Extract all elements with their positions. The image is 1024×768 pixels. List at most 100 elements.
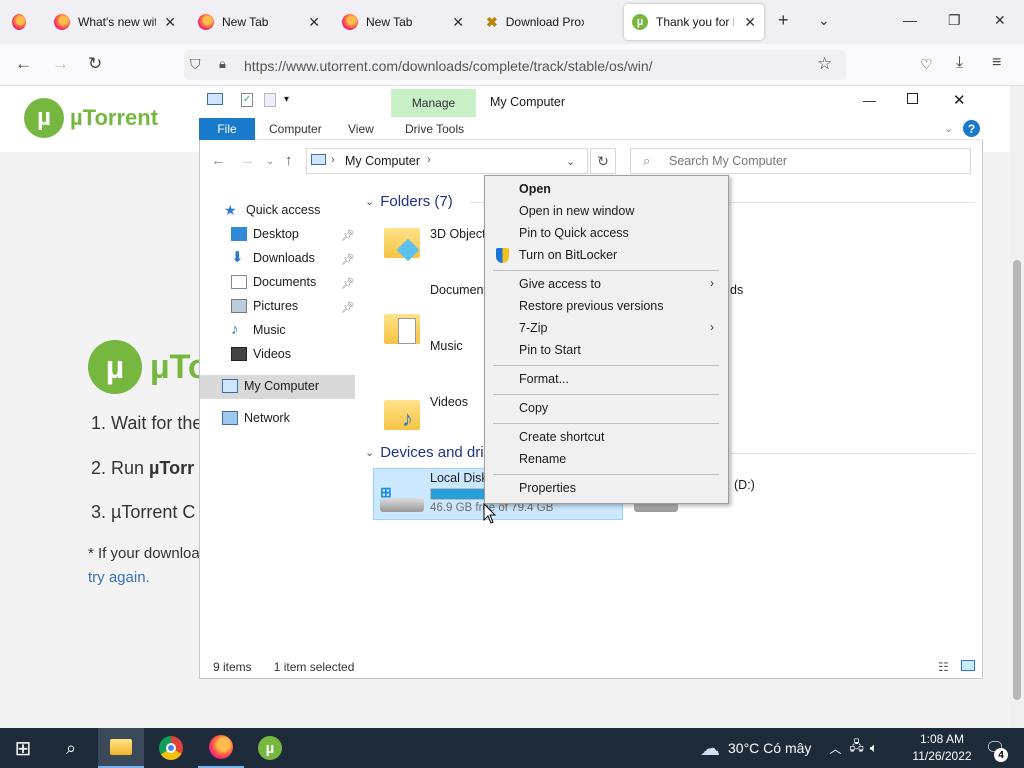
taskbar-chrome[interactable] (148, 728, 194, 768)
close-tab-icon[interactable]: ✕ (164, 14, 176, 31)
refresh-icon[interactable]: ↻ (590, 148, 616, 174)
nav-videos[interactable]: Videos (231, 347, 291, 361)
qat-dropdown-icon[interactable]: ▾ (284, 94, 289, 105)
collapse-chevron-icon[interactable]: ⌄ (365, 195, 374, 208)
tab-new-tab-1[interactable]: New Tab ✕ (190, 4, 328, 40)
close-tab-icon[interactable]: ✕ (744, 14, 756, 31)
back-icon[interactable]: ← (211, 152, 226, 169)
recent-locations-icon[interactable]: ⌄ (266, 156, 274, 167)
tab-new-tab-2[interactable]: New Tab ✕ (334, 4, 472, 40)
tab-thank-you[interactable]: µ Thank you for D ✕ (624, 4, 764, 40)
collapse-chevron-icon[interactable]: ⌄ (365, 446, 374, 459)
tab-drive-tools[interactable]: Drive Tools (405, 122, 464, 136)
address-dropdown-icon[interactable]: ⌄ (566, 155, 575, 168)
pin-icon[interactable]: 📌︎ (341, 301, 355, 314)
tray-expand-chevron-icon[interactable]: ︿ (829, 740, 841, 757)
menu-item-format[interactable]: Format... (519, 372, 569, 386)
start-button[interactable]: ⊞ (0, 728, 46, 768)
menu-icon[interactable]: ≡ (992, 54, 1001, 72)
url-text[interactable]: https://www.utorrent.com/downloads/compl… (244, 58, 653, 74)
close-icon[interactable]: ✕ (953, 91, 966, 109)
computer-icon[interactable] (207, 93, 223, 105)
list-tabs-chevron-icon[interactable]: ⌄ (818, 12, 830, 29)
manage-contextual-tab[interactable]: Manage (391, 89, 476, 117)
drive-c-name[interactable]: Local Disk (430, 471, 488, 485)
folder-videos[interactable]: Videos (430, 395, 468, 409)
up-icon[interactable]: ↑ (285, 152, 293, 169)
menu-item-bitlocker[interactable]: Turn on BitLocker (519, 248, 617, 262)
taskbar-firefox[interactable] (198, 728, 244, 768)
nav-music[interactable]: ♪ Music (231, 322, 286, 337)
menu-item-pin-quick-access[interactable]: Pin to Quick access (519, 226, 629, 240)
close-window-icon[interactable]: ✕ (994, 12, 1006, 29)
back-icon[interactable]: ← (15, 54, 32, 74)
search-placeholder[interactable]: Search My Computer (669, 154, 787, 168)
menu-item-open-new-window[interactable]: Open in new window (519, 204, 634, 218)
devices-section-header[interactable]: ⌄ Devices and driv (365, 444, 491, 461)
minimize-icon[interactable]: — (863, 93, 876, 108)
nav-my-computer[interactable]: My Computer (222, 379, 319, 393)
search-icon[interactable]: ⌕ (48, 728, 94, 768)
help-icon[interactable]: ? (963, 120, 980, 137)
tab-computer[interactable]: Computer (269, 122, 322, 136)
drive-d-label[interactable]: (D:) (734, 478, 755, 492)
folder-downloads-partial[interactable]: ds (730, 283, 743, 297)
tab-pinned-firefox[interactable] (4, 4, 42, 40)
network-icon[interactable]: 🖧︎ (849, 737, 864, 759)
tab-whats-new[interactable]: What's new with ✕ (46, 4, 184, 40)
tab-download-proxy[interactable]: ✖Download Proxy (478, 4, 618, 40)
forward-icon[interactable]: → (52, 54, 69, 74)
new-tab-icon[interactable]: + (778, 10, 789, 31)
pin-icon[interactable]: 📌︎ (341, 253, 355, 266)
volume-icon[interactable]: 🔈︎ (870, 740, 878, 756)
folder-documents-icon[interactable] (384, 314, 420, 344)
tab-file[interactable]: File (199, 118, 255, 140)
close-tab-icon[interactable]: ✕ (308, 14, 320, 31)
folder-music-icon[interactable]: ♪ (384, 400, 420, 431)
breadcrumb-my-computer[interactable]: My Computer (345, 154, 420, 168)
bookmark-star-icon[interactable]: ☆ (817, 54, 832, 74)
menu-item-properties[interactable]: Properties (519, 481, 576, 495)
tracking-protection-shield-icon[interactable]: ⛉ (190, 56, 201, 73)
large-icons-view-icon[interactable] (961, 660, 975, 671)
details-view-icon[interactable]: ☷ (938, 660, 949, 674)
menu-item-7zip[interactable]: 7-Zip (519, 321, 547, 335)
cloud-weather-icon[interactable]: ☁ (700, 736, 720, 761)
expand-ribbon-icon[interactable]: ⌄ (944, 122, 953, 135)
pin-icon[interactable]: 📌︎ (341, 277, 355, 290)
breadcrumb-chevron-icon[interactable]: › (427, 154, 431, 166)
pocket-icon[interactable]: ♡ (920, 56, 933, 73)
lock-icon[interactable]: 🔒︎ (219, 56, 226, 72)
folder-music[interactable]: Music (430, 339, 463, 353)
folder-documents[interactable]: Document (430, 283, 487, 297)
downloads-icon[interactable]: ⤓ (956, 54, 963, 72)
close-tab-icon[interactable]: ✕ (452, 14, 464, 31)
page-scrollbar-thumb[interactable] (1013, 260, 1021, 700)
menu-item-create-shortcut[interactable]: Create shortcut (519, 430, 604, 444)
menu-item-give-access[interactable]: Give access to (519, 277, 601, 291)
menu-item-restore-versions[interactable]: Restore previous versions (519, 299, 664, 313)
menu-item-pin-start[interactable]: Pin to Start (519, 343, 581, 357)
try-again-link[interactable]: try again. (88, 569, 150, 586)
menu-item-copy[interactable]: Copy (519, 401, 548, 415)
folder-3d-objects-icon[interactable] (384, 228, 420, 262)
new-folder-icon[interactable] (264, 93, 276, 107)
pin-icon[interactable]: 📌︎ (341, 229, 355, 242)
taskbar-file-explorer[interactable] (98, 728, 144, 768)
taskbar-utorrent[interactable]: µ (247, 728, 293, 768)
folder-3d-objects[interactable]: 3D Objects (430, 227, 492, 241)
nav-documents[interactable]: Documents (231, 275, 316, 289)
menu-item-open[interactable]: Open (519, 182, 551, 196)
nav-quick-access[interactable]: ★ Quick access (224, 203, 320, 217)
properties-check-icon[interactable]: ✓ (241, 93, 253, 107)
weather-text[interactable]: 30°C Có mây (728, 740, 811, 756)
nav-downloads[interactable]: ⬇ Downloads (231, 250, 315, 265)
maximize-icon[interactable] (907, 93, 918, 104)
nav-desktop[interactable]: Desktop (231, 227, 299, 241)
folders-section-header[interactable]: ⌄ Folders (7) (365, 193, 453, 210)
breadcrumb-chevron-icon[interactable]: › (331, 154, 335, 166)
nav-pictures[interactable]: Pictures (231, 299, 298, 313)
utorrent-logo[interactable]: µ µTorrent (24, 98, 158, 138)
nav-network[interactable]: Network (222, 411, 290, 425)
menu-item-rename[interactable]: Rename (519, 452, 566, 466)
